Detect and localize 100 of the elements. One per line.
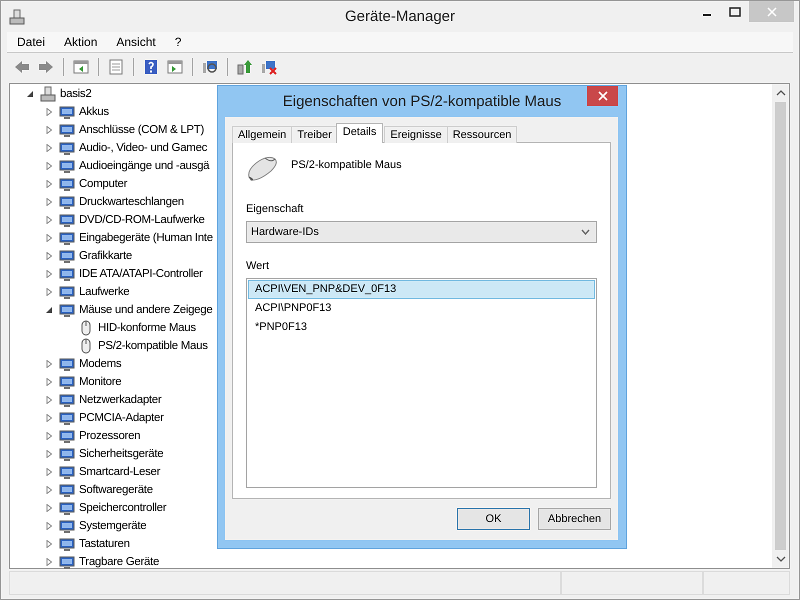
- close-icon: [766, 6, 776, 16]
- scroll-down-icon[interactable]: [776, 555, 786, 563]
- tree-item[interactable]: IDE ATA/ATAPI-Controller: [79, 268, 203, 280]
- tree-item[interactable]: Sicherheitsgeräte: [79, 448, 164, 460]
- tree-item[interactable]: HID-konforme Maus: [98, 322, 196, 334]
- expand-arrow-icon[interactable]: [45, 180, 53, 188]
- tree-item[interactable]: Smartcard-Leser: [79, 466, 160, 478]
- left-arrow-icon: [14, 58, 30, 74]
- expand-arrow-icon[interactable]: [45, 270, 53, 278]
- tree-item[interactable]: Computer: [79, 178, 128, 190]
- tree-item[interactable]: Druckwarteschlangen: [79, 196, 184, 208]
- expand-arrow-icon[interactable]: [45, 450, 53, 458]
- tree-item[interactable]: Netzwerkadapter: [79, 394, 162, 406]
- device-icon: [59, 482, 75, 498]
- device-icon: [59, 374, 75, 390]
- menu-item[interactable]: Ansicht: [106, 35, 165, 49]
- cancel-button[interactable]: Abbrechen: [538, 508, 611, 530]
- device-icon: [59, 140, 75, 156]
- dialog-title: Eigenschaften von PS/2-kompatible Maus: [282, 93, 562, 110]
- tree-item[interactable]: Tragbare Geräte: [79, 556, 160, 568]
- device-icon: [59, 122, 75, 138]
- device-icon: [59, 356, 75, 372]
- device-icon: [59, 464, 75, 480]
- expand-arrow-icon[interactable]: [45, 540, 53, 548]
- expand-arrow-icon[interactable]: [45, 234, 53, 242]
- tree-item[interactable]: Speichercontroller: [79, 502, 166, 514]
- tree-item[interactable]: Modems: [79, 358, 122, 370]
- expand-arrow-icon[interactable]: [45, 432, 53, 440]
- menu-item[interactable]: ?: [164, 35, 190, 49]
- tree-item[interactable]: Mäuse und andere Zeigege: [79, 304, 212, 316]
- scroll-up-icon[interactable]: [776, 89, 786, 97]
- close-button[interactable]: [587, 86, 618, 106]
- property-dropdown[interactable]: Hardware-IDs: [246, 221, 597, 243]
- device-icon: [59, 428, 75, 444]
- tree-item[interactable]: Audio-, Video- und Gamec: [79, 142, 208, 154]
- tab[interactable]: Details: [336, 123, 384, 143]
- expand-arrow-icon[interactable]: [45, 216, 53, 224]
- collapse-arrow-icon[interactable]: [26, 90, 34, 98]
- value-label: Wert: [246, 260, 270, 272]
- tree-item[interactable]: PCMCIA-Adapter: [79, 412, 164, 424]
- value-item[interactable]: *PNP0F13: [248, 318, 595, 337]
- tree-item[interactable]: PS/2-kompatible Maus: [98, 340, 208, 352]
- maximize-icon: [729, 6, 741, 16]
- device-icon: [59, 500, 75, 516]
- device-icon: [59, 284, 75, 300]
- device-icon: [59, 212, 75, 228]
- tree-item[interactable]: Systemgeräte: [79, 520, 146, 532]
- tree-item[interactable]: Laufwerke: [79, 286, 130, 298]
- device-icon: [59, 554, 75, 570]
- device-icon: [59, 266, 75, 282]
- tab[interactable]: Allgemein: [232, 126, 292, 143]
- tree-item[interactable]: Audioeingänge und -ausgä: [79, 160, 210, 172]
- tree-item[interactable]: Softwaregeräte: [79, 484, 153, 496]
- device-icon: [59, 536, 75, 552]
- property-label: Eigenschaft: [246, 203, 304, 215]
- expand-arrow-icon[interactable]: [45, 162, 53, 170]
- right-arrow-icon: [38, 58, 54, 74]
- device-icon: [59, 230, 75, 246]
- expand-arrow-icon[interactable]: [45, 486, 53, 494]
- expand-arrow-icon[interactable]: [45, 396, 53, 404]
- ok-button[interactable]: OK: [457, 508, 530, 530]
- expand-arrow-icon[interactable]: [45, 558, 53, 566]
- tab[interactable]: Ereignisse: [384, 126, 448, 143]
- tree-item[interactable]: Grafikkarte: [79, 250, 132, 262]
- tree-item[interactable]: Akkus: [79, 106, 109, 118]
- expand-arrow-icon[interactable]: [45, 468, 53, 476]
- expand-arrow-icon[interactable]: [45, 504, 53, 512]
- tree-item[interactable]: Tastaturen: [79, 538, 130, 550]
- device-icon: [59, 518, 75, 534]
- tree-item[interactable]: Anschlüsse (COM & LPT): [79, 124, 204, 136]
- expand-arrow-icon[interactable]: [45, 288, 53, 296]
- expand-arrow-icon[interactable]: [45, 198, 53, 206]
- expand-arrow-icon[interactable]: [45, 414, 53, 422]
- tab[interactable]: Ressourcen: [446, 126, 518, 143]
- expand-arrow-icon[interactable]: [45, 144, 53, 152]
- tree-item[interactable]: DVD/CD-ROM-Laufwerke: [79, 214, 205, 226]
- tree-item[interactable]: Monitore: [79, 376, 122, 388]
- expand-arrow-icon[interactable]: [45, 108, 53, 116]
- expand-arrow-icon[interactable]: [45, 378, 53, 386]
- tree-item[interactable]: basis2: [60, 88, 92, 100]
- device-icon: [59, 410, 75, 426]
- device-icon: [59, 392, 75, 408]
- tree-item[interactable]: Eingabegeräte (Human Inte: [79, 232, 213, 244]
- device-icon: [59, 194, 75, 210]
- device-icon: [59, 176, 75, 192]
- expand-arrow-icon[interactable]: [45, 252, 53, 260]
- menu-item[interactable]: Datei: [7, 35, 54, 49]
- expand-arrow-icon[interactable]: [45, 126, 53, 134]
- value-item[interactable]: ACPI\PNP0F13: [248, 298, 595, 318]
- tree-item[interactable]: Prozessoren: [79, 430, 140, 442]
- tab[interactable]: Treiber: [291, 126, 338, 143]
- expand-arrow-icon[interactable]: [45, 360, 53, 368]
- menu-item[interactable]: Aktion: [54, 35, 106, 49]
- device-icon: [59, 104, 75, 120]
- collapse-arrow-icon[interactable]: [45, 306, 53, 314]
- device-icon: [59, 446, 75, 462]
- computer-icon: [40, 86, 56, 102]
- expand-arrow-icon[interactable]: [45, 522, 53, 530]
- device-icon: [59, 302, 75, 318]
- value-item[interactable]: ACPI\VEN_PNP&DEV_0F13: [248, 280, 595, 299]
